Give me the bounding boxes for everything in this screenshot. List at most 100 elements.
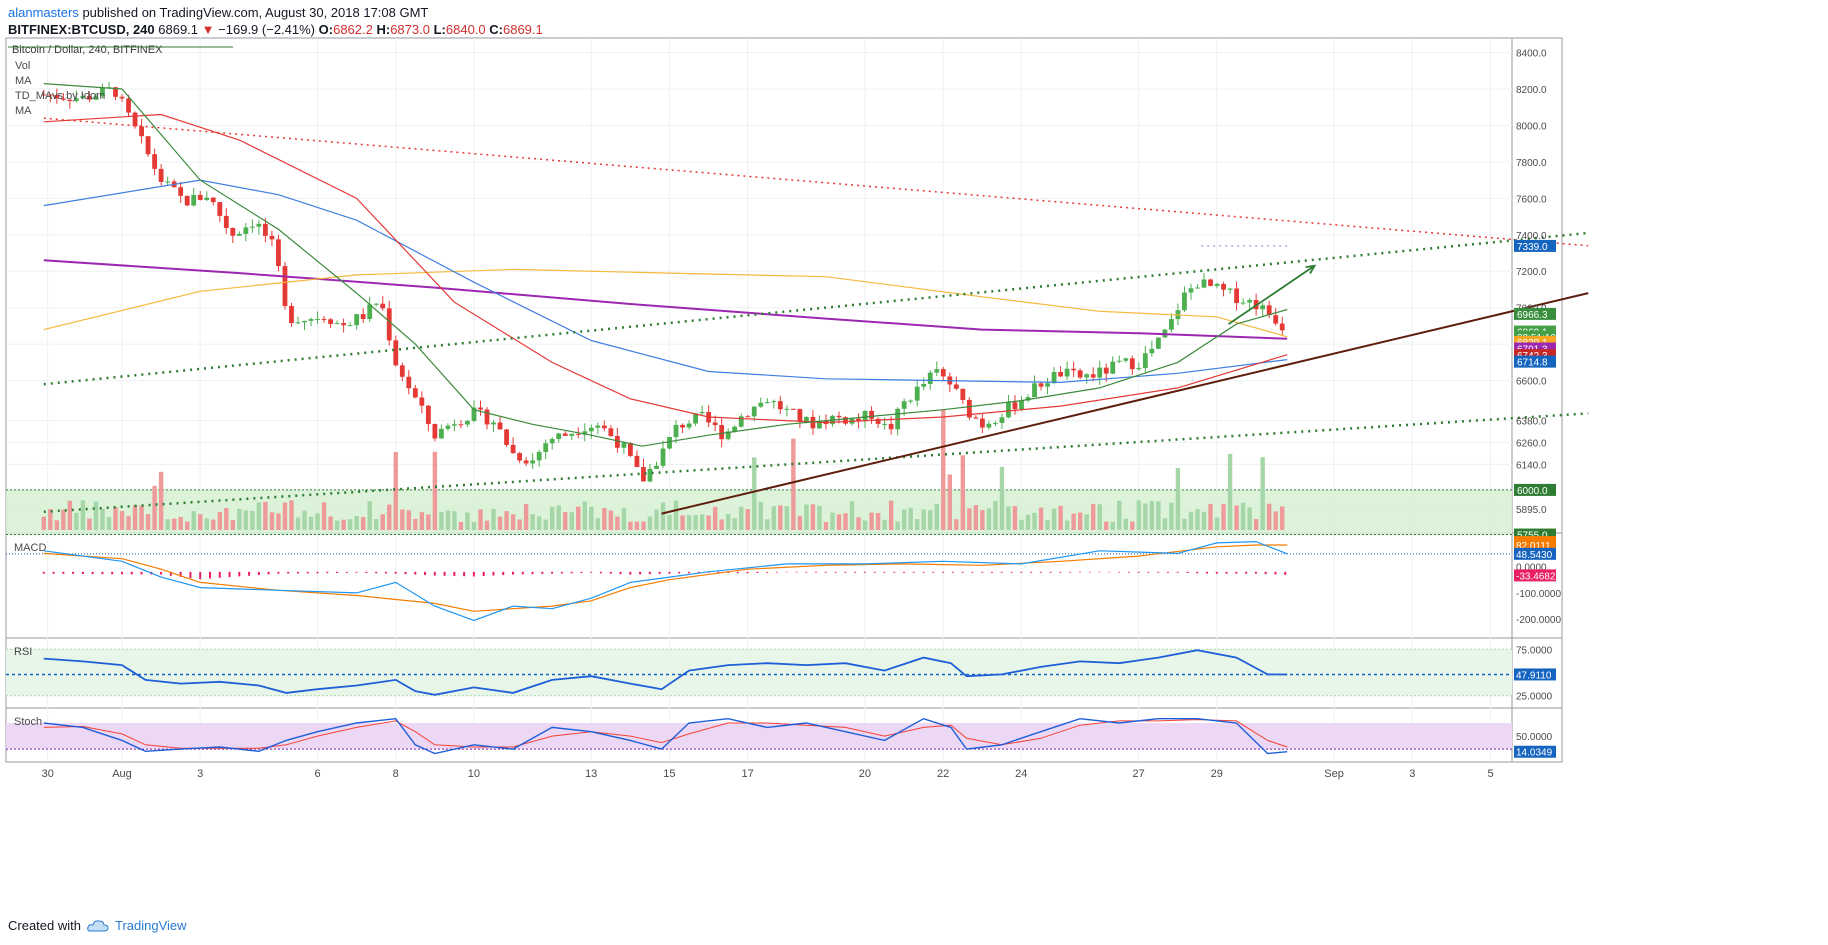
volume-bar [243, 510, 249, 530]
volume-bar [804, 504, 809, 530]
candle-body [406, 376, 412, 389]
time-tick-label: 15 [663, 768, 675, 780]
candle-body [588, 427, 594, 432]
candle-body [575, 433, 581, 435]
volume-bar [400, 509, 405, 530]
volume-bar [589, 506, 594, 530]
price-tick-label: 6380.0 [1516, 417, 1547, 428]
candle-body [328, 319, 333, 324]
volume-bar [1175, 468, 1181, 530]
volume-bar [1038, 507, 1044, 530]
down-arrow-icon: ▼ [201, 22, 215, 37]
candle-body [745, 416, 751, 418]
volume-bar [641, 521, 646, 530]
volume-bar [647, 516, 653, 530]
volume-bar [595, 518, 601, 530]
volume-bar [680, 515, 685, 530]
author-link[interactable]: alanmasters [8, 5, 79, 20]
time-tick-label: Aug [112, 768, 132, 780]
volume-bar [582, 501, 587, 530]
volume-bar [699, 514, 705, 530]
candle-body [517, 453, 523, 461]
candle-body [419, 397, 425, 406]
volume-bar [947, 474, 952, 530]
candle-body [601, 425, 607, 429]
candle-body [1038, 383, 1044, 387]
volume-bar [830, 512, 835, 530]
volume-bar [569, 512, 574, 530]
volume-bar [875, 512, 881, 530]
candle-body [1201, 279, 1207, 288]
volume-bar [517, 519, 522, 530]
volume-bar [224, 507, 229, 530]
volume-bar [654, 509, 659, 530]
volume-bar [1117, 500, 1122, 530]
candle-body [380, 303, 386, 309]
volume-bar [608, 510, 614, 530]
candle-body [341, 323, 347, 326]
volume-bar [1110, 521, 1115, 530]
volume-bar [1123, 518, 1128, 530]
volume-bar [113, 507, 118, 530]
volume-bar [739, 506, 744, 530]
candle-body [223, 215, 229, 229]
legend-title: Bitcoin / Dollar, 240, BITFINEX [12, 44, 163, 56]
time-tick-label: 3 [1409, 768, 1415, 780]
volume-bar [165, 519, 170, 530]
candle-body [869, 410, 874, 419]
candle-body [758, 402, 764, 407]
candle-body [217, 202, 223, 216]
candle-body [660, 448, 666, 466]
chart-canvas[interactable]: Bitcoin / Dollar, 240, BITFINEX Vol MA TD_M… [0, 0, 1828, 945]
volume-bar [621, 508, 627, 530]
time-tick-label: 10 [468, 768, 480, 780]
volume-bar [1201, 511, 1207, 530]
candle-body [888, 423, 894, 430]
macd-tick-label: -100.0000 [1516, 589, 1561, 600]
price-tick-label: 6600.0 [1516, 377, 1547, 388]
volume-bar [1090, 503, 1096, 530]
candle-body [230, 228, 236, 236]
volume-bar [1221, 504, 1226, 530]
candle-body [1169, 319, 1174, 330]
volume-bar [1136, 500, 1142, 530]
candle-body [1123, 358, 1129, 361]
footer: Created with TradingView [8, 918, 187, 933]
legend-item[interactable]: Vol [15, 60, 30, 72]
volume-bar [497, 516, 503, 530]
legend-item[interactable]: MA [15, 105, 32, 117]
candle-body [243, 227, 249, 234]
moving-averages [43, 83, 1288, 447]
volume-bar [1084, 514, 1089, 530]
volume-bar [1019, 519, 1024, 530]
volume-bar [217, 512, 222, 530]
legend-item[interactable]: MA [15, 75, 32, 87]
candle-body [1234, 288, 1239, 303]
volume-bar [334, 520, 340, 530]
volume-bar [308, 516, 314, 530]
volume-bar [289, 500, 294, 530]
candle-body [608, 428, 614, 437]
volume-bar [1162, 518, 1168, 530]
candle-body [425, 405, 431, 424]
candle-body [797, 409, 803, 422]
volume-bar [1064, 520, 1070, 530]
tradingview-link[interactable]: TradingView [115, 918, 187, 933]
volume-bar [41, 516, 46, 530]
candle-body [1129, 358, 1135, 370]
candle-body [484, 409, 490, 425]
candle-body [621, 442, 627, 448]
volume-bar [576, 506, 581, 530]
candle-body [908, 400, 914, 402]
volume-bar [119, 511, 125, 530]
volume-bar [263, 501, 268, 530]
volume-bar [184, 521, 190, 530]
candle-body [914, 386, 920, 401]
volume-bar [771, 506, 777, 530]
candle-body [595, 425, 601, 428]
volume-bar [752, 457, 757, 530]
volume-bar [960, 455, 966, 530]
volume-bar [993, 500, 998, 530]
legend-item[interactable]: TD_MAvs by Idom [15, 90, 105, 102]
candle-body [452, 424, 457, 426]
